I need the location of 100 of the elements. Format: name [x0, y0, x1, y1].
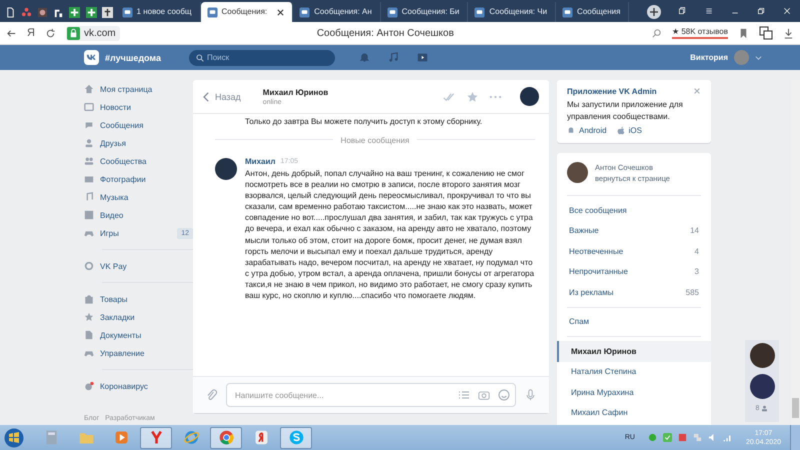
globe-icon — [182, 429, 200, 446]
contact-name[interactable]: Михаил Юринов — [262, 88, 328, 96]
chat-bubble-icon — [206, 6, 218, 18]
chat-bubble-icon — [474, 6, 486, 18]
message-input[interactable]: Напишите сообщение... — [226, 383, 516, 407]
music-icon — [84, 192, 94, 202]
sender-avatar[interactable] — [215, 158, 237, 180]
taskbar-app[interactable] — [280, 426, 312, 448]
chat-bubble-icon — [386, 6, 398, 18]
address-field[interactable]: vk.com — [66, 26, 120, 40]
start-button-icon[interactable] — [4, 428, 24, 448]
filter-item[interactable]: Спам — [569, 317, 590, 326]
show-desktop-button[interactable] — [790, 425, 800, 450]
contact-avatar[interactable] — [520, 87, 539, 106]
nav-item[interactable]: Игры — [100, 228, 119, 238]
filter-item[interactable]: Из рекламы — [569, 288, 614, 297]
taskbar-app[interactable] — [210, 426, 242, 448]
store-link[interactable]: Android — [579, 126, 607, 135]
play-icon[interactable] — [416, 52, 428, 63]
chat-icon — [84, 120, 94, 130]
news-icon — [84, 102, 94, 112]
search-field[interactable]: Поиск — [188, 50, 335, 66]
reviews-badge[interactable]: ★ 58K отзывов — [672, 27, 728, 39]
restore-icon[interactable] — [756, 6, 765, 16]
chat-avatar[interactable] — [750, 374, 774, 399]
message-text: Антон, день добрый, попал случайно на ваш тренинг, к сожалению не смог посмотреть все в реалии но смотрю в записи, после второго занятия мозг взорвался, целый следующий день переосмысливал, прокручивал то что вы сказали, сам временно работаю таксистом.....не знаю как это назвать, может совпадение но вот.....прослушал два занятия, и забил, так как тружусь с утра до вечера, и ехал как обычно с заказом, на аренду авто не хватало, поэтому мысли только об этом, стоит на дороге бомж, просит денег, не думая взял горсть мелочи и высыпал ему и поехал дальше трудиться, аренду зарабатывать надо, вечером посчитал, на аренду не хватает, ну подумал что с утра добью, утром встал, а аренда оплачена, пришли бонусы от агрегатора такси,я не знаю в чем прикол, но видимо это работает, не смогу сразу купить ваш курс, но скоплю и куплю....спасибо что помогаете людям. — [245, 168, 535, 302]
music-note-icon[interactable] — [388, 52, 399, 63]
scroll-thumb[interactable] — [792, 398, 799, 418]
filter-item[interactable]: Все сообщения — [569, 206, 627, 215]
plus-favicon-icon[interactable] — [69, 6, 80, 18]
conversation-item[interactable]: Михаил Юринов — [557, 341, 711, 362]
photo-favicon-icon[interactable] — [37, 6, 48, 18]
tray-icon[interactable] — [678, 433, 687, 442]
nav-item[interactable]: Закладки — [100, 312, 135, 322]
nav-item[interactable]: VK Pay — [100, 262, 127, 270]
nav-item[interactable]: Новости — [100, 102, 131, 112]
doc-icon — [84, 330, 94, 340]
smiley-icon[interactable] — [498, 389, 510, 401]
signal-icon[interactable] — [722, 433, 732, 442]
back-arrow-icon[interactable] — [6, 28, 17, 38]
yandex-key[interactable]: Я — [27, 27, 35, 39]
reload-icon[interactable] — [44, 28, 56, 38]
tabs-icon[interactable] — [678, 6, 687, 16]
dots-favicon-icon[interactable] — [20, 6, 32, 18]
hashtag-logo[interactable]: #лучшедома — [105, 52, 161, 62]
camera-icon — [84, 174, 94, 184]
bell-icon[interactable] — [358, 52, 370, 63]
nav-item[interactable]: Товары — [100, 294, 128, 304]
taskbar-app[interactable] — [140, 426, 172, 448]
skype-icon — [288, 429, 304, 446]
microphone-icon[interactable] — [524, 389, 537, 401]
nav-item[interactable]: Сообщения — [100, 120, 144, 130]
chevron-left-icon — [203, 92, 210, 102]
caret-icon[interactable] — [755, 54, 762, 61]
close-tab-icon[interactable] — [277, 8, 284, 16]
bookmark-icon[interactable] — [738, 28, 749, 38]
message-text: Только до завтра Вы можете получить доступ к этому сборнику. — [245, 116, 484, 127]
conversation-item[interactable]: Наталия Степина — [557, 362, 711, 382]
profile-avatar[interactable] — [567, 162, 588, 183]
browser-tab[interactable]: Сообщения: — [200, 2, 294, 22]
nav-item[interactable]: Документы — [100, 330, 142, 340]
store-link[interactable]: iOS — [628, 126, 642, 135]
filter-item[interactable]: Важные — [569, 226, 599, 236]
nav-item[interactable]: Коронавирус — [100, 382, 148, 390]
translate-icon[interactable] — [759, 26, 773, 40]
logo-icon[interactable] — [84, 50, 99, 65]
people-icon — [84, 156, 94, 166]
filter-item[interactable]: Неотвеченные — [569, 246, 624, 256]
conversation-item[interactable]: Михаил Сафин — [557, 402, 711, 423]
sender-name[interactable]: Михаил — [245, 156, 276, 168]
nav-item[interactable]: Видео — [100, 210, 124, 220]
star-icon — [84, 312, 94, 322]
user-name[interactable]: Виктория — [690, 53, 728, 62]
check-icon[interactable] — [662, 433, 672, 442]
plus-favicon-icon[interactable] — [86, 6, 97, 18]
double-check-icon[interactable] — [443, 90, 456, 102]
nav-item[interactable]: Друзья — [100, 138, 126, 148]
camera-icon[interactable] — [478, 389, 490, 401]
paperclip-icon[interactable] — [205, 389, 218, 401]
promo-text: Мы запустили приложение для управления сообществами. — [567, 99, 684, 123]
cross-favicon-icon[interactable] — [102, 6, 113, 18]
search-icon — [196, 54, 204, 62]
chat-avatar[interactable] — [750, 343, 774, 368]
nav-item[interactable]: Управление — [100, 348, 144, 358]
page-favicon-icon[interactable] — [4, 6, 16, 18]
search-icon[interactable] — [651, 28, 662, 38]
filter-item[interactable]: Непрочитанные — [569, 267, 628, 276]
star-icon[interactable] — [466, 90, 479, 102]
new-tab-icon[interactable] — [647, 5, 662, 19]
menu-icon[interactable] — [704, 6, 713, 16]
conversation-item[interactable]: Ирина Мурахина — [557, 382, 711, 402]
ya-browser-icon — [252, 429, 270, 446]
page-title: Сообщения: Антон Сочешков — [316, 28, 455, 38]
nav-item[interactable]: Сообщества — [100, 156, 146, 166]
list-icon[interactable] — [458, 389, 470, 401]
nav-item[interactable]: Музыка — [100, 192, 128, 202]
filter-count: 4 — [694, 246, 699, 256]
download-icon[interactable] — [783, 28, 794, 38]
nav-item[interactable]: Фотографии — [100, 174, 146, 184]
nav-item[interactable]: Моя страница — [100, 84, 152, 94]
